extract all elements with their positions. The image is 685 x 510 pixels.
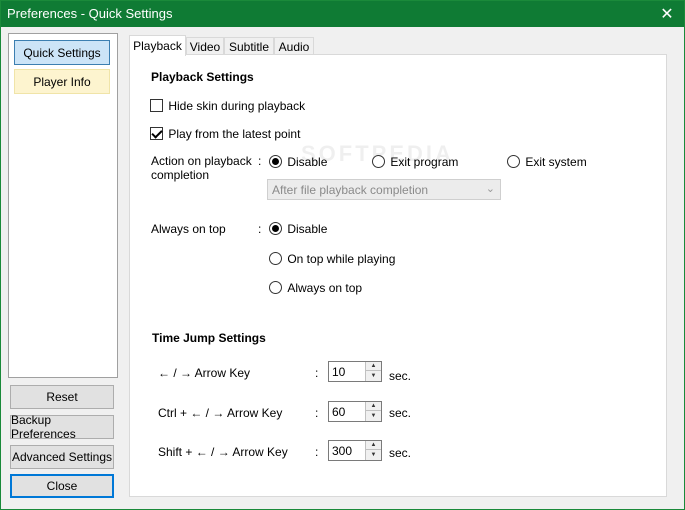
tab-audio[interactable]: Audio [274, 37, 314, 55]
stepper-arrows: ▲ ▼ [365, 362, 381, 381]
radio-button[interactable] [269, 252, 282, 266]
arrow-key-seconds-stepper[interactable]: 10 ▲ ▼ [328, 361, 382, 382]
stepper-value[interactable]: 60 [332, 405, 345, 419]
colon: : [258, 154, 262, 168]
colon: : [258, 222, 262, 236]
sidebar-item-quick-settings[interactable]: Quick Settings [14, 40, 110, 65]
action-exit-system-radio[interactable]: Exit system [507, 154, 587, 169]
spin-up-icon[interactable]: ▲ [366, 441, 381, 450]
spin-down-icon[interactable]: ▼ [366, 411, 381, 420]
always-on-top-radio[interactable]: Always on top [269, 280, 362, 295]
stepper-value[interactable]: 300 [332, 444, 352, 458]
radio-button[interactable] [269, 281, 282, 295]
hide-skin-checkbox[interactable]: Hide skin during playback [150, 98, 305, 113]
completion-action-dropdown[interactable]: After file playback completion ⌄ [267, 179, 501, 200]
radio-button[interactable] [269, 222, 282, 236]
tab-playback[interactable]: Playback [129, 35, 186, 56]
on-top-disable-radio[interactable]: Disable [269, 221, 327, 236]
tab-video[interactable]: Video [186, 37, 224, 55]
colon: : [315, 366, 319, 380]
action-on-completion-label: Action on playback [151, 154, 252, 168]
dropdown-value: After file playback completion [272, 183, 429, 197]
play-latest-label: Play from the latest point [168, 126, 301, 141]
close-button[interactable]: Close [10, 474, 114, 498]
arrow-key-label: ← / → Arrow Key [158, 366, 251, 380]
shift-arrow-key-seconds-stepper[interactable]: 300 ▲ ▼ [328, 440, 382, 461]
shift-arrow-key-label: Shift + ← / → Arrow Key [158, 445, 288, 459]
checkbox-box[interactable] [150, 99, 163, 113]
tab-subtitle[interactable]: Subtitle [224, 37, 274, 55]
radio-label: Always on top [287, 280, 363, 295]
playback-settings-heading: Playback Settings [151, 70, 254, 84]
window-title: Preferences - Quick Settings [7, 6, 173, 21]
time-jump-settings-heading: Time Jump Settings [152, 331, 266, 345]
backup-preferences-button[interactable]: Backup Preferences [10, 413, 114, 441]
playback-tab-panel [129, 54, 667, 497]
unit-label: sec. [389, 446, 412, 460]
radio-button[interactable] [269, 155, 282, 169]
radio-label: Disable [287, 221, 328, 236]
on-top-while-playing-radio[interactable]: On top while playing [269, 251, 395, 266]
radio-button[interactable] [507, 155, 520, 169]
checkbox-box[interactable] [150, 127, 163, 141]
unit-label: sec. [389, 369, 412, 383]
ctrl-arrow-key-seconds-stepper[interactable]: 60 ▲ ▼ [328, 401, 382, 422]
sidebar-item-label: Player Info [33, 74, 91, 89]
spin-down-icon[interactable]: ▼ [366, 371, 381, 380]
play-latest-checkbox[interactable]: Play from the latest point [150, 126, 300, 141]
stepper-arrows: ▲ ▼ [365, 441, 381, 460]
radio-label: Disable [287, 154, 328, 169]
title-bar: Preferences - Quick Settings ✕ [1, 1, 684, 27]
spin-down-icon[interactable]: ▼ [366, 450, 381, 459]
action-on-completion-label-line2: completion [151, 168, 210, 182]
ctrl-arrow-key-label: Ctrl + ← / → Arrow Key [158, 406, 283, 420]
reset-button[interactable]: Reset [10, 385, 114, 409]
chevron-down-icon: ⌄ [485, 183, 495, 195]
preferences-window: Preferences - Quick Settings ✕ Quick Set… [0, 0, 685, 510]
colon: : [315, 445, 319, 459]
advanced-settings-button[interactable]: Advanced Settings [10, 445, 114, 469]
colon: : [315, 406, 319, 420]
close-icon[interactable]: ✕ [650, 1, 684, 27]
radio-button[interactable] [372, 155, 385, 169]
stepper-value[interactable]: 10 [332, 365, 345, 379]
sidebar: Quick Settings Player Info [8, 33, 118, 378]
spin-up-icon[interactable]: ▲ [366, 402, 381, 411]
action-exit-program-radio[interactable]: Exit program [372, 154, 458, 169]
stepper-arrows: ▲ ▼ [365, 402, 381, 421]
hide-skin-label: Hide skin during playback [168, 98, 306, 113]
unit-label: sec. [389, 406, 412, 420]
radio-label: Exit program [390, 154, 459, 169]
always-on-top-label: Always on top [151, 222, 226, 236]
sidebar-item-player-info[interactable]: Player Info [14, 69, 110, 94]
action-disable-radio[interactable]: Disable [269, 154, 327, 169]
spin-up-icon[interactable]: ▲ [366, 362, 381, 371]
radio-label: On top while playing [287, 251, 396, 266]
sidebar-item-label: Quick Settings [23, 45, 101, 60]
radio-label: Exit system [525, 154, 587, 169]
